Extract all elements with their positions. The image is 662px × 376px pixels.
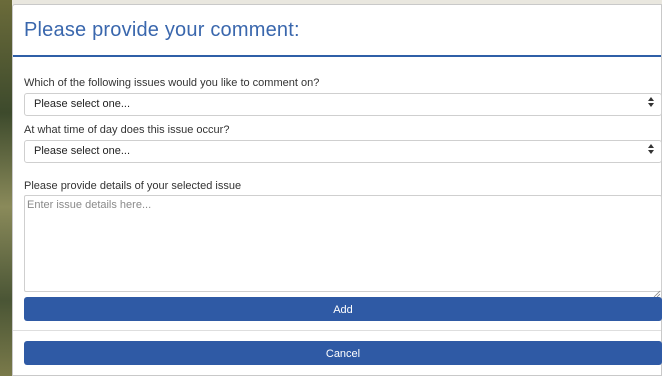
footer-divider — [13, 330, 661, 331]
issue-select[interactable]: Please select one... — [24, 93, 662, 116]
modal-header: Please provide your comment: — [13, 5, 661, 57]
page-backdrop — [0, 0, 12, 376]
sort-arrows-icon — [648, 97, 654, 107]
sort-arrows-icon — [648, 144, 654, 154]
issue-details-textarea[interactable] — [24, 195, 662, 292]
issue-select-label: Which of the following issues would you … — [24, 77, 320, 89]
cancel-button[interactable]: Cancel — [24, 341, 662, 365]
add-button[interactable]: Add — [24, 297, 662, 321]
modal-title: Please provide your comment: — [24, 19, 300, 41]
comment-modal: Please provide your comment: Which of th… — [12, 4, 662, 376]
resize-grip-icon[interactable] — [653, 284, 661, 298]
time-select-label: At what time of day does this issue occu… — [24, 124, 230, 136]
time-of-day-select[interactable]: Please select one... — [24, 140, 662, 163]
time-select-value: Please select one... — [34, 145, 131, 157]
issue-select-value: Please select one... — [34, 98, 131, 110]
details-label: Please provide details of your selected … — [24, 180, 242, 192]
